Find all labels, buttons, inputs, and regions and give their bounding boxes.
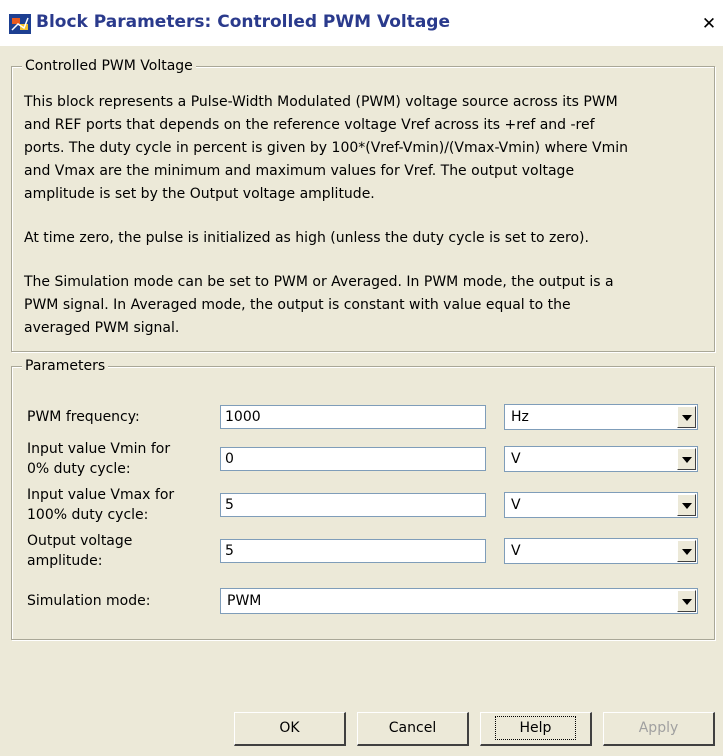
ok-button-label: OK [279, 720, 300, 736]
description-line: PWM signal. In Averaged mode, the output… [24, 297, 571, 313]
description-line: ports. The duty cycle in percent is give… [24, 140, 628, 156]
amplitude-field[interactable]: 5 [220, 539, 486, 563]
apply-button-label: Apply [638, 720, 679, 736]
simulink-block-icon [9, 14, 31, 34]
vmin-unit-select[interactable]: V [504, 446, 698, 472]
description-group: Controlled PWM Voltage This block repres… [11, 57, 715, 352]
vmin-unit-value: V [511, 451, 521, 467]
amplitude-label-line1: Output voltage [27, 533, 133, 549]
vmax-label-line1: Input value Vmax for [27, 487, 175, 503]
chevron-down-icon[interactable] [677, 540, 696, 562]
amplitude-unit-select[interactable]: V [504, 538, 698, 564]
help-button[interactable]: Help [480, 712, 592, 746]
close-icon[interactable]: ✕ [699, 14, 719, 34]
pwm-frequency-unit-select[interactable]: Hz [504, 404, 698, 430]
window-title: Block Parameters: Controlled PWM Voltage [36, 12, 451, 32]
description-line: The Simulation mode can be set to PWM or… [24, 274, 614, 290]
apply-button[interactable]: Apply [603, 712, 715, 746]
description-line: This block represents a Pulse-Width Modu… [24, 94, 618, 110]
vmax-unit-value: V [511, 497, 521, 513]
amplitude-label-line2: amplitude: [27, 553, 103, 569]
vmax-unit-select[interactable]: V [504, 492, 698, 518]
ok-button[interactable]: OK [234, 712, 346, 746]
cancel-button[interactable]: Cancel [357, 712, 469, 746]
vmin-field[interactable]: 0 [220, 447, 486, 471]
description-line: At time zero, the pulse is initialized a… [24, 230, 589, 246]
chevron-down-icon[interactable] [677, 590, 696, 612]
simulation-mode-value: PWM [227, 593, 262, 609]
help-button-label: Help [494, 716, 577, 740]
chevron-down-icon[interactable] [677, 406, 696, 428]
description-group-legend: Controlled PWM Voltage [22, 57, 196, 75]
pwm-frequency-field[interactable]: 1000 [220, 405, 486, 429]
cancel-button-label: Cancel [388, 720, 437, 736]
chevron-down-icon[interactable] [677, 448, 696, 470]
simulation-mode-select[interactable]: PWM [220, 588, 698, 614]
dialog-body: Controlled PWM Voltage This block repres… [0, 46, 723, 756]
description-line: and Vmax are the minimum and maximum val… [24, 163, 575, 179]
description-line: amplitude is set by the Output voltage a… [24, 186, 375, 202]
parameters-group: Parameters PWM frequency: 1000 Hz Input … [11, 357, 715, 640]
simulation-mode-label: Simulation mode: [27, 593, 151, 609]
amplitude-unit-value: V [511, 543, 521, 559]
vmax-field[interactable]: 5 [220, 493, 486, 517]
vmin-label-line1: Input value Vmin for [27, 441, 171, 457]
chevron-down-icon[interactable] [677, 494, 696, 516]
vmax-label-line2: 100% duty cycle: [27, 507, 149, 523]
pwm-frequency-label: PWM frequency: [27, 409, 140, 425]
pwm-frequency-unit-value: Hz [511, 409, 529, 425]
description-line: averaged PWM signal. [24, 320, 180, 336]
title-bar: Block Parameters: Controlled PWM Voltage… [0, 0, 723, 46]
vmin-label-line2: 0% duty cycle: [27, 461, 131, 477]
parameters-group-legend: Parameters [22, 357, 109, 375]
description-line: and REF ports that depends on the refere… [24, 117, 595, 133]
